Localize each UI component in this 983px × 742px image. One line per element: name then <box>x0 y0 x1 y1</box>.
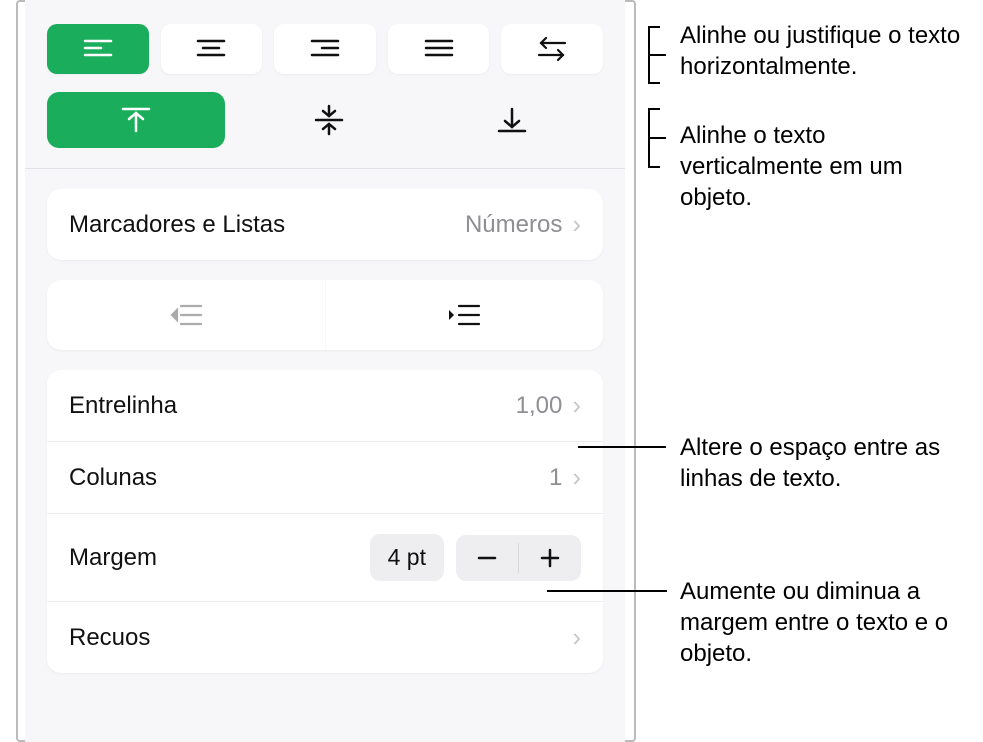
align-left-icon <box>83 38 113 60</box>
align-justify-button[interactable] <box>388 24 490 74</box>
indents-label: Recuos <box>69 624 150 652</box>
text-direction-icon <box>535 37 569 61</box>
valign-top-button[interactable] <box>47 92 225 148</box>
format-panel: Marcadores e Listas Números › Entrelinha… <box>25 0 625 742</box>
chevron-right-icon: › <box>572 622 581 653</box>
outdent-icon <box>169 302 203 328</box>
valign-top-icon <box>121 105 151 135</box>
bullets-label: Marcadores e Listas <box>69 211 285 239</box>
line-height-row[interactable]: Entrelinha 1,00 › <box>47 370 603 442</box>
indent-icon <box>447 302 481 328</box>
valign-middle-button[interactable] <box>237 92 420 148</box>
margin-stepper <box>456 535 581 581</box>
align-right-icon <box>310 38 340 60</box>
margin-decrease-button[interactable] <box>456 535 518 581</box>
margin-row: Margem 4 pt <box>47 514 603 602</box>
chevron-right-icon: › <box>572 209 581 240</box>
leader-valign <box>648 137 666 139</box>
plus-icon <box>539 547 561 569</box>
margin-label: Margem <box>69 544 157 572</box>
leader-margin <box>547 590 667 592</box>
valign-bottom-icon <box>497 105 527 135</box>
leader-linespacing <box>578 446 666 448</box>
leader-halign <box>648 54 666 56</box>
callout-valign: Alinhe o texto verticalmente em um objet… <box>680 120 960 214</box>
chevron-right-icon: › <box>572 390 581 421</box>
margin-value: 4 pt <box>370 534 444 581</box>
bullets-value: Números <box>465 211 562 239</box>
bullets-row[interactable]: Marcadores e Listas Números › <box>47 189 603 260</box>
outdent-button[interactable] <box>47 280 326 350</box>
align-center-icon <box>196 38 226 60</box>
text-direction-button[interactable] <box>501 24 603 74</box>
indents-row[interactable]: Recuos › <box>47 602 603 673</box>
align-justify-icon <box>424 38 454 60</box>
indent-button[interactable] <box>326 280 604 350</box>
callout-linespacing: Altere o espaço entre as linhas de texto… <box>680 432 970 494</box>
columns-row[interactable]: Colunas 1 › <box>47 442 603 514</box>
line-height-label: Entrelinha <box>69 392 177 420</box>
vertical-align-group <box>25 86 625 169</box>
callout-halign: Alinhe ou justifique o texto horizontalm… <box>680 20 980 82</box>
line-height-value: 1,00 <box>516 392 563 420</box>
indent-card <box>47 280 603 350</box>
chevron-right-icon: › <box>572 462 581 493</box>
columns-label: Colunas <box>69 464 157 492</box>
callout-margin: Aumente ou diminua a margem entre o text… <box>680 576 970 670</box>
align-center-button[interactable] <box>161 24 263 74</box>
valign-middle-icon <box>314 104 344 136</box>
columns-value: 1 <box>549 464 562 492</box>
minus-icon <box>476 547 498 569</box>
align-right-button[interactable] <box>274 24 376 74</box>
bullets-card: Marcadores e Listas Números › <box>47 189 603 260</box>
margin-increase-button[interactable] <box>519 535 581 581</box>
valign-bottom-button[interactable] <box>420 92 603 148</box>
align-left-button[interactable] <box>47 24 149 74</box>
spacing-card: Entrelinha 1,00 › Colunas 1 › Margem 4 p… <box>47 370 603 673</box>
horizontal-align-group <box>25 0 625 86</box>
